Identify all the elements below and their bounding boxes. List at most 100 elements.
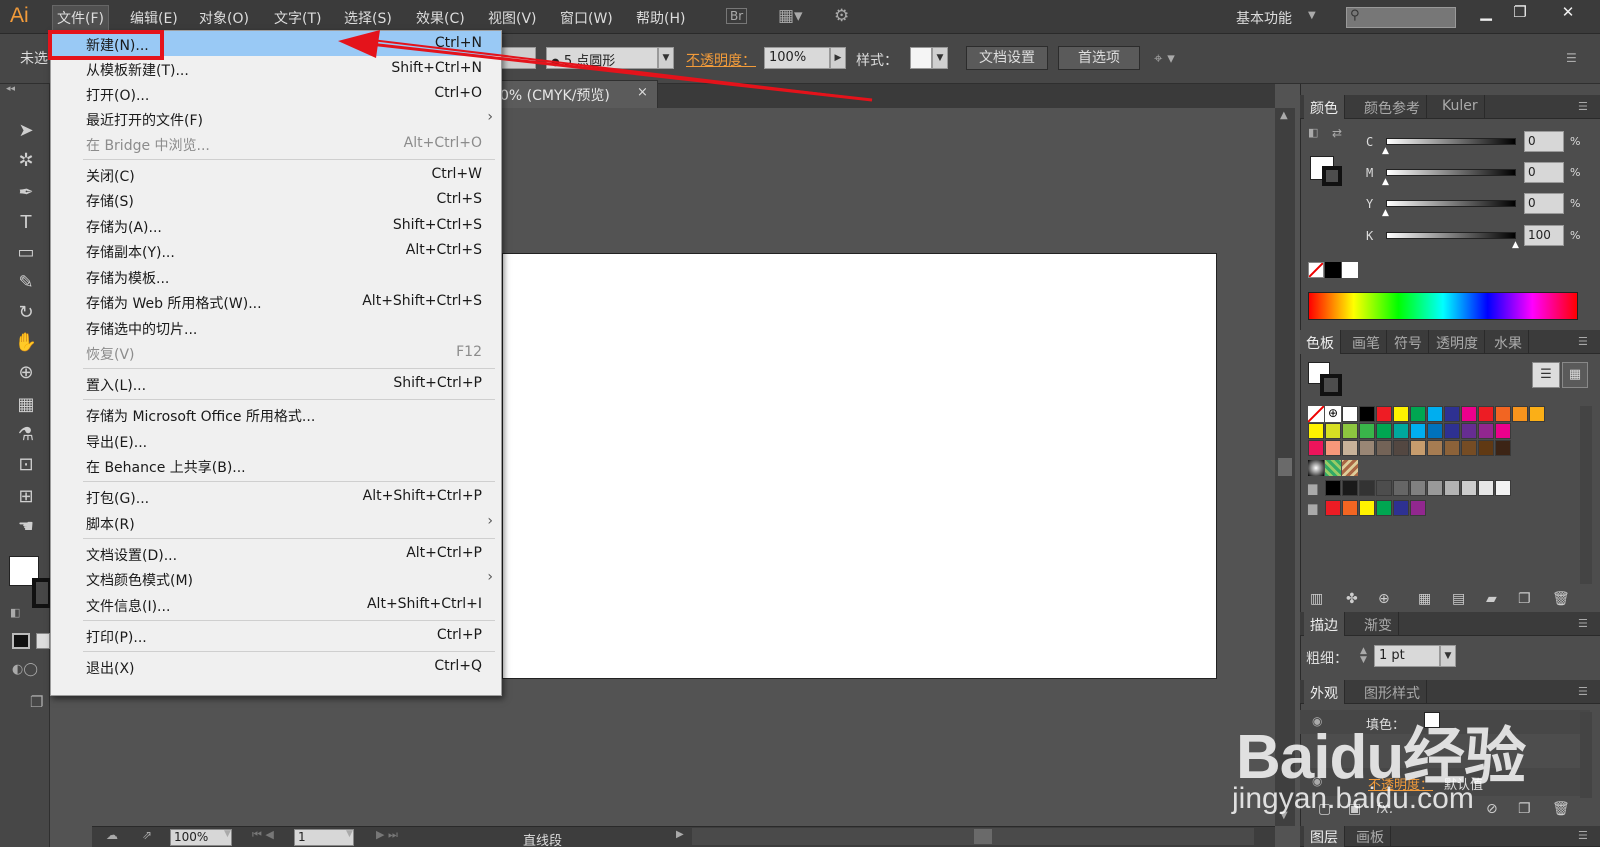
color-swatch[interactable] <box>1342 440 1358 456</box>
list-view-icon[interactable]: ☰ <box>1532 362 1560 388</box>
swap-fill-stroke-icon[interactable]: ⇄ <box>1332 126 1342 140</box>
color-swatch[interactable] <box>1410 406 1426 422</box>
zoom-level-field[interactable]: 100% <box>170 829 232 846</box>
artboard-tool-icon[interactable]: ⊞ <box>13 484 39 510</box>
swatches-scrollbar[interactable] <box>1580 406 1592 584</box>
rotate-tool-icon[interactable]: ↻ <box>13 300 39 326</box>
vertical-scroll-thumb[interactable] <box>1278 458 1292 476</box>
paintbrush-tool-icon[interactable]: ✎ <box>13 270 39 296</box>
color-swatch[interactable] <box>1478 480 1494 496</box>
default-fill-stroke-icon[interactable]: ◧ <box>1308 126 1318 139</box>
menu-help[interactable]: 帮助(H) <box>632 7 689 29</box>
color-swatch[interactable] <box>1444 480 1460 496</box>
workspace-dropdown-icon[interactable]: ▼ <box>1308 10 1316 21</box>
symbol-sprayer-tool-icon[interactable]: ⊡ <box>13 452 39 478</box>
stroke-panel-menu-icon[interactable]: ☰ <box>1578 617 1588 630</box>
menu-item-open-recent[interactable]: 最近打开的文件(F) › <box>51 106 501 131</box>
eyedropper-tool-icon[interactable]: ⚗ <box>13 422 39 448</box>
magenta-slider-thumb[interactable]: ▲ <box>1382 177 1389 187</box>
color-swatch[interactable] <box>1393 406 1409 422</box>
close-window-button[interactable]: ✕ <box>1554 3 1582 25</box>
restore-button[interactable]: ❐ <box>1506 3 1534 25</box>
color-swatch[interactable] <box>1359 423 1375 439</box>
radial-gradient-swatch[interactable] <box>1308 460 1324 476</box>
color-swatch[interactable] <box>1461 480 1477 496</box>
menu-view[interactable]: 视图(V) <box>484 7 541 29</box>
open-in-bridge-icon[interactable]: ⇗ <box>142 828 152 842</box>
horizontal-scrollbar[interactable] <box>692 828 1254 845</box>
color-swatch[interactable] <box>1461 406 1477 422</box>
artboard[interactable] <box>502 253 1217 679</box>
tab-symbols[interactable]: 符号 <box>1388 330 1429 354</box>
stroke-weight-field[interactable]: 1 pt <box>1374 645 1440 667</box>
black-value-field[interactable]: 100 <box>1524 225 1564 246</box>
appearance-scrollbar[interactable] <box>1580 712 1592 798</box>
white-quick-swatch[interactable] <box>1342 262 1358 278</box>
menu-item-place[interactable]: 置入(L)... Shift+Ctrl+P <box>51 371 501 396</box>
menu-item-package[interactable]: 打包(G)... Alt+Shift+Ctrl+P <box>51 484 501 509</box>
show-kinds-icon[interactable]: ⊕ <box>1378 591 1390 607</box>
color-swatch[interactable] <box>1342 480 1358 496</box>
artboard-dropdown-icon[interactable]: ▼ <box>346 829 353 839</box>
opacity-label[interactable]: 不透明度： <box>686 50 756 70</box>
tab-color[interactable]: 颜色 <box>1304 95 1345 119</box>
color-swatch[interactable] <box>1393 480 1409 496</box>
menu-item-save[interactable]: 存储(S) Ctrl+S <box>51 187 501 212</box>
color-swatch[interactable] <box>1427 406 1443 422</box>
color-swatch[interactable] <box>1444 423 1460 439</box>
stroke-weight-dropdown-icon[interactable]: ▼ <box>1440 645 1456 667</box>
color-swatch[interactable] <box>1495 440 1511 456</box>
menu-item-close[interactable]: 关闭(C) Ctrl+W <box>51 162 501 187</box>
color-swatch[interactable] <box>1342 500 1358 516</box>
new-swatch-icon[interactable]: ❐ <box>1518 591 1531 607</box>
color-swatch[interactable] <box>1427 423 1443 439</box>
style-dropdown-icon[interactable]: ▼ <box>932 47 948 69</box>
type-tool-icon[interactable]: T <box>13 210 39 236</box>
color-swatch[interactable] <box>1495 423 1511 439</box>
warp-tool-icon[interactable]: ✋ <box>13 330 39 356</box>
color-swatch[interactable] <box>1444 440 1460 456</box>
add-to-library-icon[interactable]: ✤ <box>1346 591 1358 607</box>
color-swatch[interactable] <box>1376 423 1392 439</box>
tab-kuler[interactable]: Kuler <box>1436 95 1485 119</box>
default-colors-icon[interactable]: ◧ <box>10 606 20 619</box>
color-swatch[interactable] <box>1512 406 1528 422</box>
swatches-stroke-box[interactable] <box>1320 374 1342 396</box>
color-swatch[interactable] <box>1444 406 1460 422</box>
color-swatch[interactable] <box>1342 423 1358 439</box>
magenta-slider[interactable] <box>1386 169 1516 176</box>
color-swatch[interactable] <box>1308 423 1324 439</box>
menu-item-document-setup[interactable]: 文档设置(D)... Alt+Ctrl+P <box>51 541 501 566</box>
color-swatch[interactable] <box>1461 423 1477 439</box>
layers-panel-menu-icon[interactable]: ☰ <box>1578 829 1588 842</box>
cyan-value-field[interactable]: 0 <box>1524 131 1564 152</box>
color-swatch[interactable] <box>1478 423 1494 439</box>
menu-item-save-copy[interactable]: 存储副本(Y)... Alt+Ctrl+S <box>51 238 501 263</box>
menu-item-share-behance[interactable]: 在 Behance 上共享(B)... <box>51 453 501 478</box>
menu-item-open[interactable]: 打开(O)... Ctrl+O <box>51 81 501 106</box>
appearance-panel-menu-icon[interactable]: ☰ <box>1578 685 1588 698</box>
menu-item-save-for-office[interactable]: 存储为 Microsoft Office 所用格式... <box>51 402 501 427</box>
bridge-button[interactable]: Br <box>726 8 748 24</box>
cyan-slider-thumb[interactable]: ▲ <box>1382 146 1389 156</box>
stroke-color-box[interactable] <box>32 578 52 608</box>
tab-stroke[interactable]: 描边 <box>1304 612 1345 636</box>
magic-wand-tool-icon[interactable]: ✲ <box>13 148 39 174</box>
black-slider[interactable] <box>1386 232 1516 239</box>
color-swatch[interactable] <box>1427 480 1443 496</box>
color-swatch[interactable] <box>1376 440 1392 456</box>
tab-fruit[interactable]: 水果 <box>1488 330 1529 354</box>
delete-swatch-icon[interactable]: 🗑 <box>1552 591 1570 607</box>
color-swatch[interactable] <box>1529 406 1545 422</box>
sync-settings-icon[interactable]: ⚙ <box>834 6 849 26</box>
color-swatch[interactable] <box>1478 440 1494 456</box>
menu-effect[interactable]: 效果(C) <box>412 7 469 29</box>
color-swatch[interactable] <box>1359 440 1375 456</box>
magenta-value-field[interactable]: 0 <box>1524 162 1564 183</box>
document-setup-button[interactable]: 文档设置 <box>966 46 1048 70</box>
color-swatch[interactable] <box>1410 440 1426 456</box>
new-color-group-icon[interactable]: ▰ <box>1486 591 1497 607</box>
drawing-mode-icon[interactable]: ◐◯ <box>12 662 38 677</box>
status-text[interactable]: 直线段 <box>523 830 562 847</box>
color-swatch[interactable] <box>1325 423 1341 439</box>
